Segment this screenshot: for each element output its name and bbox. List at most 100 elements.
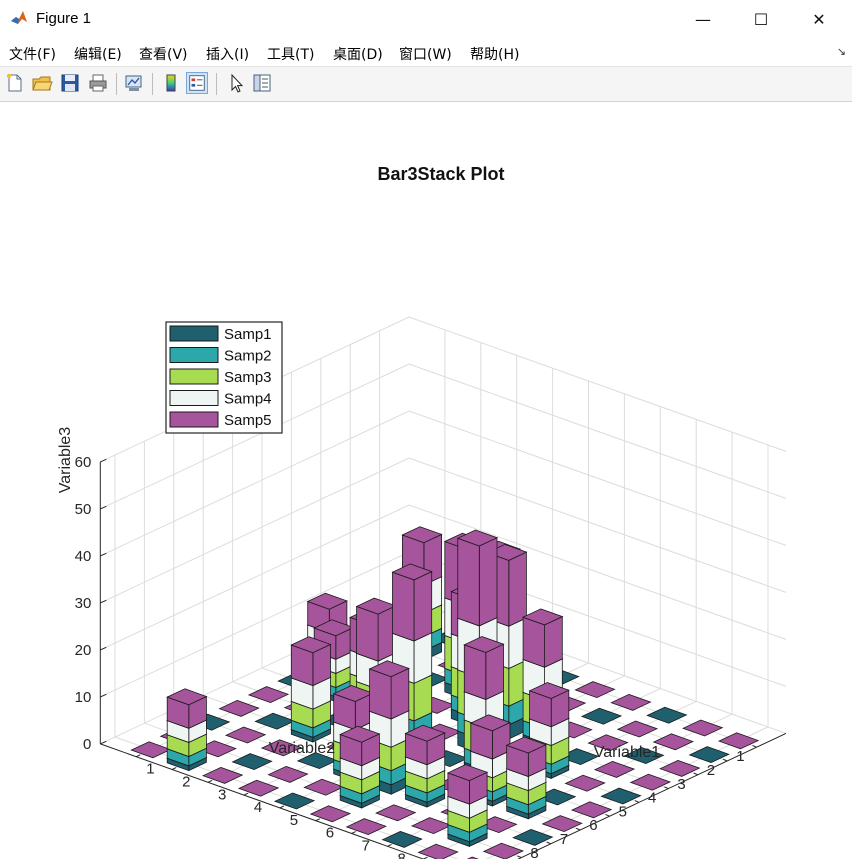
bar-base-tile bbox=[375, 804, 417, 822]
window-title-bar: Figure 1 — ☐ ✕ bbox=[0, 0, 852, 38]
chart-title: Bar3Stack Plot bbox=[377, 164, 504, 184]
x-tick-label: 3 bbox=[218, 786, 226, 803]
bar-stack bbox=[166, 688, 208, 772]
bar-base-tile bbox=[610, 693, 652, 711]
bar-base-tile bbox=[580, 707, 623, 725]
z-tick-label: 40 bbox=[75, 548, 92, 565]
save-icon[interactable] bbox=[59, 72, 81, 94]
menu-help[interactable]: 帮助(H) bbox=[470, 44, 519, 64]
bar-segment bbox=[404, 724, 446, 766]
bar-segment bbox=[469, 714, 512, 760]
property-inspector-icon[interactable] bbox=[251, 72, 273, 94]
bar-base-tile bbox=[267, 765, 309, 783]
insert-legend-icon[interactable] bbox=[186, 72, 208, 94]
bar-segment bbox=[368, 660, 410, 720]
menu-file[interactable]: 文件(F) bbox=[9, 44, 56, 64]
z-tick-label: 10 bbox=[75, 689, 92, 706]
bar-base-tile bbox=[629, 773, 672, 791]
legend-swatch bbox=[169, 411, 219, 428]
bar-base-tile bbox=[273, 792, 316, 810]
legend-swatch bbox=[169, 347, 219, 363]
y-tick-label: 6 bbox=[589, 817, 597, 834]
edit-plot-arrow-icon[interactable] bbox=[225, 72, 247, 94]
bar-face bbox=[457, 537, 480, 627]
x-tick bbox=[315, 818, 320, 822]
bar3-stack-plot[interactable]: 01020304050601234567891012345678910 Bar3… bbox=[0, 102, 852, 859]
bar-base-tile bbox=[345, 818, 387, 836]
z-tick bbox=[100, 693, 107, 698]
z-tick bbox=[100, 458, 107, 463]
x-tick-label: 8 bbox=[398, 850, 406, 859]
print-icon[interactable] bbox=[87, 72, 109, 94]
bar-segment bbox=[522, 608, 564, 668]
bar-base-tile bbox=[688, 746, 730, 764]
bar-base-tile bbox=[247, 686, 290, 704]
legend[interactable]: Samp1 Samp2 Samp3 Samp4 Samp5 bbox=[165, 321, 283, 434]
menu-tools[interactable]: 工具(T) bbox=[267, 44, 314, 64]
figure-canvas[interactable]: 01020304050601234567891012345678910 Bar3… bbox=[0, 102, 852, 859]
bar-face bbox=[544, 615, 563, 668]
z-tick bbox=[100, 599, 107, 604]
bar-base-tile bbox=[303, 778, 345, 796]
y-tick-label: 5 bbox=[619, 803, 627, 820]
open-file-icon[interactable] bbox=[31, 72, 53, 94]
z-tick-label: 20 bbox=[75, 642, 92, 659]
bar-face bbox=[508, 551, 527, 627]
link-plot-icon[interactable] bbox=[123, 72, 145, 94]
z-tick-label: 30 bbox=[75, 595, 92, 612]
minimize-button[interactable]: — bbox=[680, 0, 726, 38]
x-tick bbox=[207, 779, 213, 783]
bar-base-tile bbox=[564, 774, 606, 792]
bar-face bbox=[369, 668, 392, 720]
menu-view[interactable]: 查看(V) bbox=[139, 44, 188, 64]
z-tick bbox=[100, 505, 107, 510]
bar-face bbox=[485, 643, 504, 701]
bar-base-tile bbox=[541, 815, 583, 833]
bar-face bbox=[413, 570, 433, 642]
close-button[interactable]: ✕ bbox=[796, 0, 842, 38]
maximize-button[interactable]: ☐ bbox=[738, 0, 784, 38]
bar-base-tile bbox=[202, 766, 244, 784]
x-tick-label: 5 bbox=[290, 812, 298, 829]
x-tick-label: 4 bbox=[254, 799, 262, 816]
bar-base-tile bbox=[593, 760, 636, 778]
y-axis-label: Variable2 bbox=[269, 740, 336, 757]
bar-base-tile bbox=[254, 712, 296, 730]
y-tick-label: 2 bbox=[707, 762, 715, 779]
x-tick bbox=[351, 831, 356, 834]
legend-swatch bbox=[169, 325, 219, 342]
bar-base-tile bbox=[218, 699, 260, 717]
bar-base-tile bbox=[130, 741, 172, 759]
bar-segment bbox=[463, 636, 505, 701]
x-axis-label: Variable1 bbox=[594, 744, 661, 761]
bar-base-tile bbox=[570, 801, 613, 819]
bar-segment bbox=[166, 688, 208, 729]
bar-base-tile bbox=[237, 779, 280, 797]
menu-insert[interactable]: 插入(I) bbox=[206, 44, 249, 64]
bar-base-tile bbox=[659, 759, 701, 777]
menu-desktop[interactable]: 桌面(D) bbox=[333, 44, 383, 64]
menu-edit[interactable]: 编辑(E) bbox=[74, 44, 122, 64]
z-tick bbox=[100, 740, 107, 745]
bar-base-tile bbox=[309, 805, 352, 823]
new-figure-icon[interactable] bbox=[4, 72, 26, 94]
bar-stack bbox=[290, 636, 332, 743]
bar-segment bbox=[332, 685, 374, 731]
dock-arrow-icon[interactable]: ↘ bbox=[837, 45, 846, 58]
z-tick-label: 50 bbox=[75, 501, 92, 518]
legend-entry-label: Samp3 bbox=[224, 369, 272, 386]
bar-segment bbox=[355, 597, 397, 662]
x-tick-label: 1 bbox=[146, 761, 154, 778]
bar-stack bbox=[339, 725, 381, 809]
insert-colorbar-icon[interactable] bbox=[160, 72, 182, 94]
x-tick-label: 7 bbox=[362, 838, 370, 855]
window-title: Figure 1 bbox=[36, 10, 92, 27]
bar-stack bbox=[404, 724, 446, 808]
z-tick bbox=[100, 646, 107, 651]
z-tick-label: 60 bbox=[75, 454, 92, 471]
bar-face bbox=[392, 571, 415, 642]
figure-toolbar bbox=[0, 67, 852, 102]
legend-entry-label: Samp5 bbox=[224, 412, 272, 429]
legend-swatch bbox=[169, 368, 219, 385]
menu-window[interactable]: 窗口(W) bbox=[399, 44, 452, 64]
